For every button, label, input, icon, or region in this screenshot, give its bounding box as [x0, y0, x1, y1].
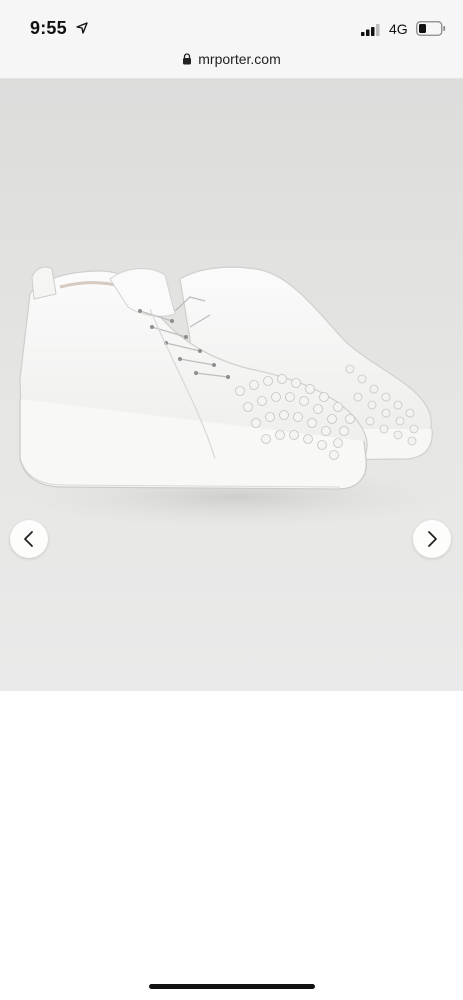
status-time: 9:55: [30, 18, 67, 38]
lock-icon: [183, 53, 192, 65]
url-text: mrporter.com: [198, 51, 281, 67]
home-indicator[interactable]: [149, 984, 315, 989]
chevron-right-icon: [428, 531, 437, 547]
signal-icon: [361, 24, 380, 36]
battery-icon: [416, 21, 446, 36]
previous-image-button[interactable]: [10, 520, 48, 558]
address-bar[interactable]: mrporter.com: [0, 48, 463, 70]
product-gallery[interactable]: [0, 79, 463, 691]
chevron-left-icon: [24, 531, 33, 547]
product-image: [19, 266, 445, 527]
status-bar: 9:55 4G mrporter.com: [0, 0, 463, 79]
network-type: 4G: [389, 21, 408, 37]
next-image-button[interactable]: [413, 520, 451, 558]
location-arrow-icon: [76, 22, 88, 34]
